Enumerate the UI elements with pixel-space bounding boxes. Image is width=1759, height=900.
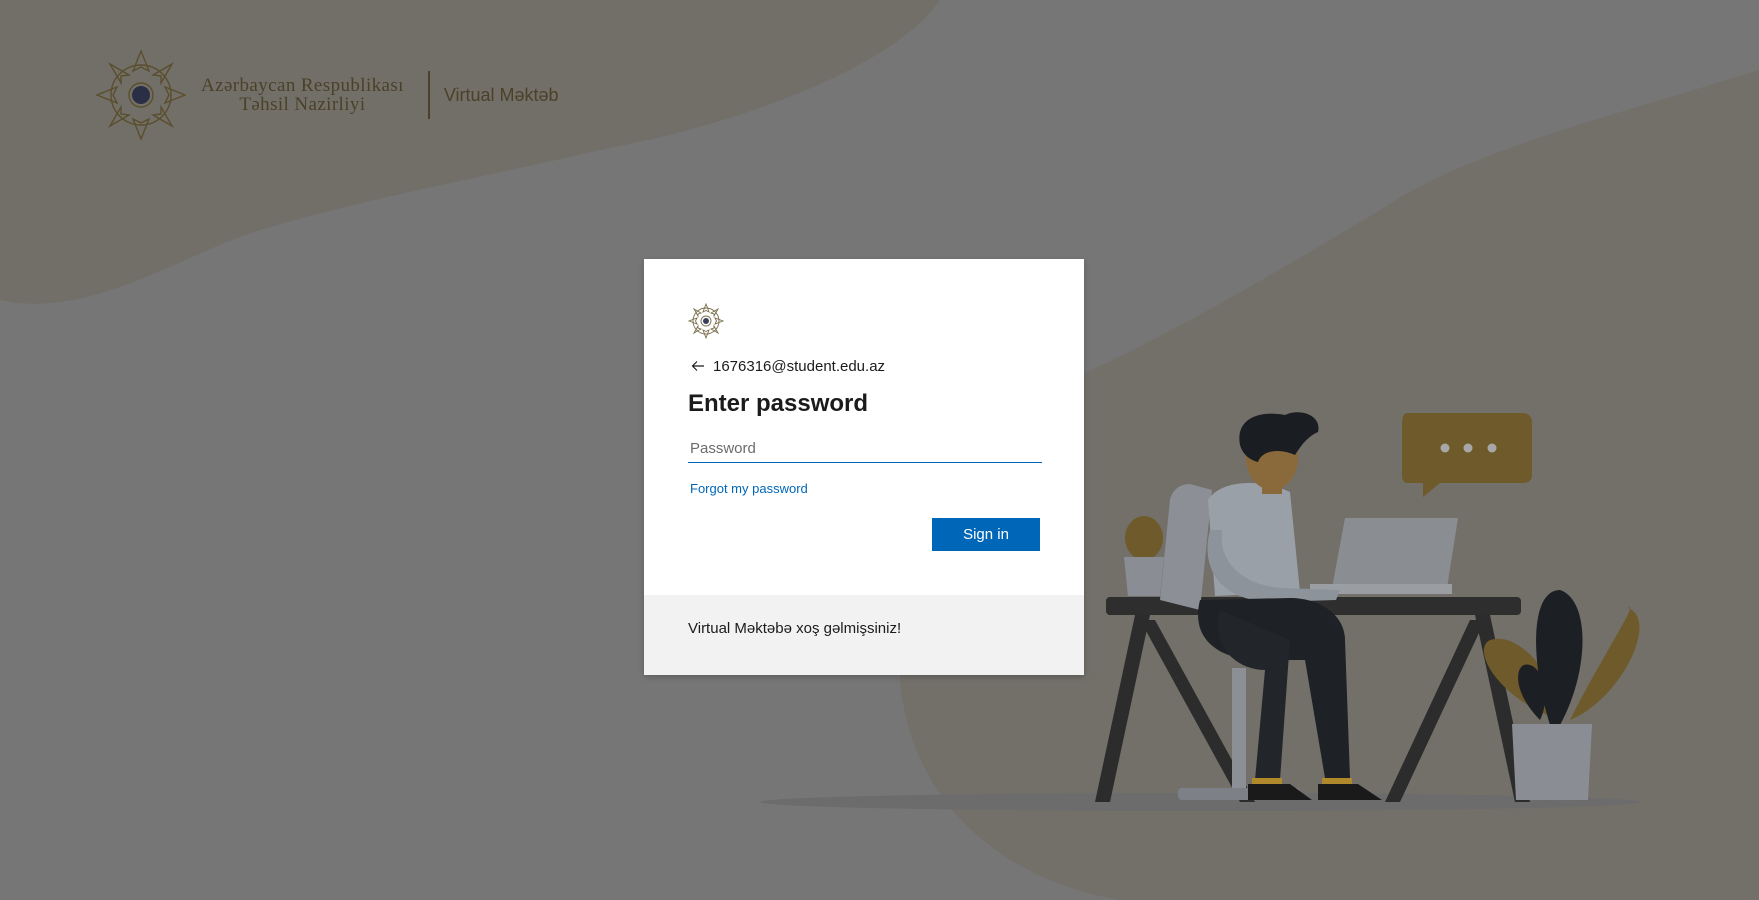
ministry-emblem-icon [95,49,187,141]
ministry-brand: Azərbaycan Respublikası Təhsil Nazirliyi… [93,46,559,144]
ministry-name-line1: Azərbaycan Respublikası [201,75,404,96]
page-title: Enter password [688,390,869,417]
signin-button[interactable]: Sign in [932,518,1040,551]
arrow-left-icon [691,361,704,371]
login-page: Azərbaycan Respublikası Təhsil Nazirliyi… [0,0,1759,900]
identity-email: 1676316@student.edu.az [713,357,886,375]
ministry-name: Azərbaycan Respublikası Təhsil Nazirliyi [201,76,404,114]
ministry-emblem-icon [687,302,725,340]
forgot-password-link[interactable]: Forgot my password [690,481,808,496]
ministry-name-line2: Təhsil Nazirliyi [239,94,366,115]
dialog-body: 1676316@student.edu.az Enter password Fo… [687,302,1042,498]
identity-row: 1676316@student.edu.az [688,354,1040,378]
password-input[interactable] [688,434,1042,463]
welcome-message: Virtual Məktəbə xoş gəlmişsiniz! [688,620,902,637]
signin-dialog: 1676316@student.edu.az Enter password Fo… [644,259,1084,675]
dialog-footer: Virtual Məktəbə xoş gəlmişsiniz! [644,595,1084,675]
brand-divider [427,71,430,119]
back-button[interactable] [688,356,708,376]
app-name: Virtual Məktəb [443,84,559,105]
